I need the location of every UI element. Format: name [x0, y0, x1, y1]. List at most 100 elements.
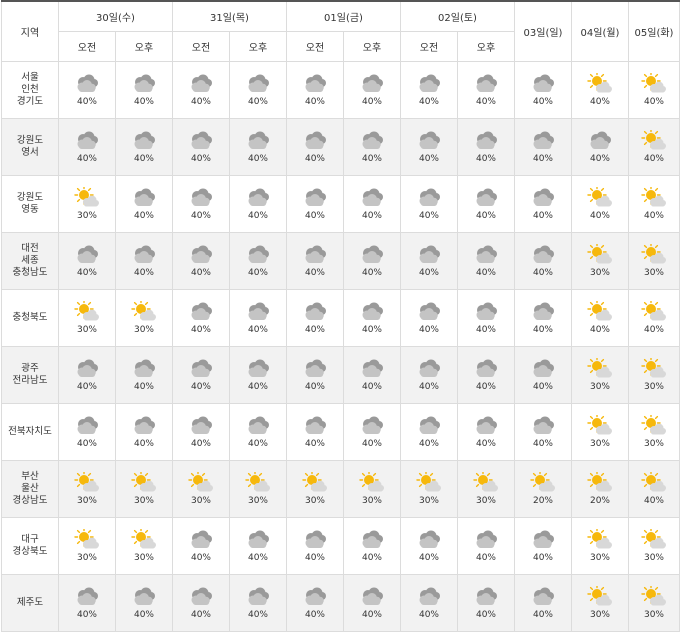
precipitation-percent: 20%	[589, 496, 610, 506]
precipitation-percent: 40%	[304, 610, 325, 620]
precipitation-percent: 40%	[475, 154, 496, 164]
cloudy-icon	[245, 358, 271, 380]
cloudy-icon	[473, 415, 499, 437]
partly-cloudy-icon	[587, 73, 613, 95]
forecast-cell: 20%	[571, 460, 629, 518]
table-row: 광주 전라남도 40% 40% 40% 40% 40% 40% 40% 40% 40% 30% 30%	[1, 346, 680, 404]
forecast-cell: 40%	[286, 289, 344, 347]
precipitation-percent: 40%	[76, 268, 97, 278]
precipitation-percent: 30%	[76, 325, 97, 335]
forecast-cell: 40%	[514, 346, 572, 404]
cloudy-icon	[245, 187, 271, 209]
precipitation-percent: 40%	[361, 553, 382, 563]
partly-cloudy-icon	[587, 586, 613, 608]
cloudy-icon	[416, 415, 442, 437]
cloudy-icon	[131, 415, 157, 437]
partly-cloudy-icon	[641, 187, 667, 209]
table-header: 지역 30일(수) 31일(목) 01일(금) 02일(토) 03일(일) 04일(월) 0…	[1, 0, 680, 62]
table-row: 대전 세종 충청남도 40% 40% 40% 40% 40% 40% 40% 40% 40% 30%…	[1, 232, 680, 290]
forecast-cell: 30%	[571, 232, 629, 290]
cloudy-icon	[530, 358, 556, 380]
precipitation-percent: 30%	[643, 268, 664, 278]
cloudy-icon	[416, 358, 442, 380]
region-name: 전북자치도	[1, 403, 59, 461]
forecast-cell: 40%	[172, 517, 230, 575]
precipitation-percent: 40%	[76, 439, 97, 449]
forecast-cell: 40%	[400, 61, 458, 119]
cloudy-icon	[302, 529, 328, 551]
precipitation-percent: 40%	[133, 610, 154, 620]
forecast-cell: 30%	[571, 403, 629, 461]
cloudy-icon	[245, 301, 271, 323]
cloudy-icon	[245, 529, 271, 551]
forecast-cell: 40%	[400, 346, 458, 404]
forecast-cell: 30%	[628, 232, 680, 290]
forecast-cell: 30%	[457, 460, 515, 518]
precipitation-percent: 40%	[247, 610, 268, 620]
cloudy-icon	[359, 187, 385, 209]
precipitation-percent: 40%	[475, 439, 496, 449]
day-header: 04일(월)	[571, 0, 629, 62]
forecast-cell: 40%	[514, 61, 572, 119]
partly-cloudy-icon	[359, 472, 385, 494]
precipitation-percent: 40%	[418, 382, 439, 392]
pm-header: 오후	[343, 31, 401, 62]
precipitation-percent: 40%	[247, 211, 268, 221]
weather-forecast-table: 지역 30일(수) 31일(목) 01일(금) 02일(토) 03일(일) 04일(월) 0…	[1, 0, 680, 632]
pm-header: 오후	[229, 31, 287, 62]
forecast-cell: 40%	[172, 346, 230, 404]
cloudy-icon	[473, 586, 499, 608]
day-header: 05일(화)	[628, 0, 680, 62]
precipitation-percent: 40%	[247, 553, 268, 563]
forecast-cell: 30%	[58, 175, 116, 233]
precipitation-percent: 30%	[76, 496, 97, 506]
precipitation-percent: 40%	[589, 154, 610, 164]
forecast-cell: 40%	[571, 175, 629, 233]
region-name: 제주도	[1, 574, 59, 632]
forecast-cell: 40%	[400, 232, 458, 290]
forecast-cell: 40%	[457, 403, 515, 461]
precipitation-percent: 40%	[589, 97, 610, 107]
precipitation-percent: 30%	[133, 496, 154, 506]
forecast-cell: 40%	[514, 289, 572, 347]
forecast-cell: 40%	[400, 574, 458, 632]
cloudy-icon	[416, 301, 442, 323]
precipitation-percent: 30%	[589, 439, 610, 449]
precipitation-percent: 40%	[643, 211, 664, 221]
cloudy-icon	[359, 73, 385, 95]
precipitation-percent: 30%	[643, 553, 664, 563]
precipitation-percent: 40%	[133, 382, 154, 392]
precipitation-percent: 40%	[361, 268, 382, 278]
forecast-cell: 40%	[343, 403, 401, 461]
forecast-cell: 40%	[514, 574, 572, 632]
cloudy-icon	[530, 244, 556, 266]
cloudy-icon	[416, 130, 442, 152]
cloudy-icon	[416, 529, 442, 551]
forecast-cell: 30%	[571, 517, 629, 575]
precipitation-percent: 40%	[133, 154, 154, 164]
cloudy-icon	[587, 130, 613, 152]
partly-cloudy-icon	[641, 130, 667, 152]
cloudy-icon	[302, 586, 328, 608]
precipitation-percent: 40%	[418, 268, 439, 278]
forecast-cell: 40%	[571, 289, 629, 347]
precipitation-percent: 40%	[418, 325, 439, 335]
cloudy-icon	[473, 244, 499, 266]
precipitation-percent: 40%	[361, 154, 382, 164]
forecast-cell: 40%	[58, 403, 116, 461]
cloudy-icon	[188, 529, 214, 551]
partly-cloudy-icon	[587, 472, 613, 494]
precipitation-percent: 40%	[190, 553, 211, 563]
precipitation-percent: 40%	[532, 211, 553, 221]
partly-cloudy-icon	[473, 472, 499, 494]
cloudy-icon	[359, 586, 385, 608]
precipitation-percent: 30%	[133, 325, 154, 335]
precipitation-percent: 30%	[475, 496, 496, 506]
precipitation-percent: 30%	[589, 610, 610, 620]
partly-cloudy-icon	[587, 358, 613, 380]
forecast-cell: 30%	[628, 403, 680, 461]
partly-cloudy-icon	[587, 244, 613, 266]
forecast-cell: 40%	[58, 61, 116, 119]
partly-cloudy-icon	[587, 415, 613, 437]
precipitation-percent: 40%	[418, 211, 439, 221]
